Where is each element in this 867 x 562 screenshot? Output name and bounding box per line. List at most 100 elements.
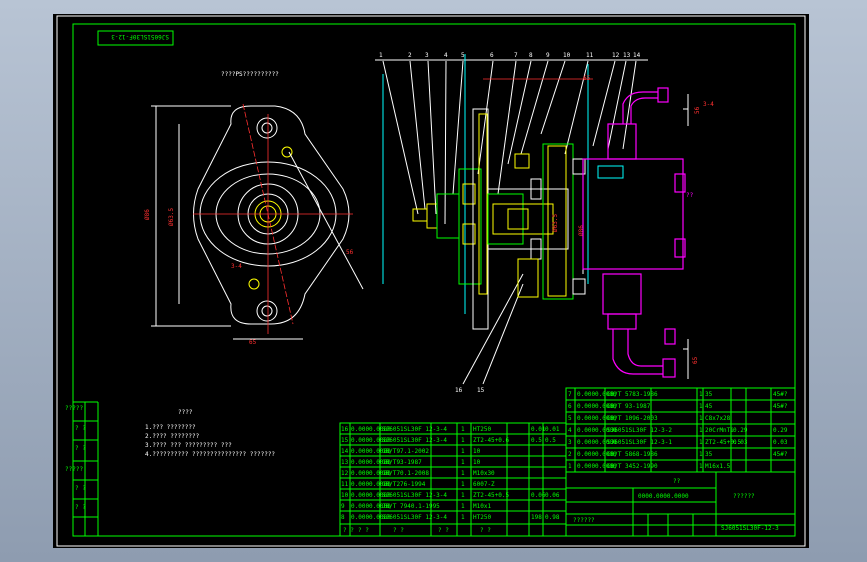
drawing-svg: SJ6051SL30F-12-3 ????? ? ? ? ? ????? ? ?… [56,15,806,547]
bom-left-row-cell: 0.06 [545,492,560,499]
bom-right-row-cell: GB/T 1096-2003 [607,415,658,422]
balloon-3: 3 [425,52,429,59]
bom-left-row-cell: 11 [341,481,349,488]
bom-left-hdr-1: ? ? [358,527,369,534]
balloon-15: 15 [477,387,485,394]
side-tag-1: ? ? [75,425,86,432]
bom-left-row-cell: 0.5 [545,437,556,444]
part-number-row: 1 2 3 4 5 6 7 8 9 10 11 12 13 14 16 15 [375,52,648,394]
dim-port-label: 56 [694,106,701,114]
bom-left-row-cell: 12 [341,470,349,477]
title-drawing-no: SJ6051SL30F-12-3 [721,525,779,532]
bom-right-row-cell: 20CrMnTi [705,427,734,434]
balloon-12: 12 [612,52,620,59]
bom-left-row-cell: 9 [341,503,345,510]
bom-left-row-cell: SJ6051SL30F 12-3-4 [382,492,447,499]
dim-bottom-label: 65 [249,339,257,346]
balloon-9: 9 [546,52,550,59]
cad-viewport: SJ6051SL30F-12-3 ????? ? ? ? ? ????? ? ?… [0,0,867,562]
bom-left-row-cell: 1 [461,514,465,521]
bom-right-row-cell: 0.29 [773,427,788,434]
balloon-10: 10 [563,52,571,59]
bom-right-row-cell: 35 [705,451,713,458]
bom-left-row-cell: 0.06 [531,492,546,499]
pump-section-view: 65 Ø63.5 Ø86 ?? 56 3-4 65 [382,54,714,379]
balloon-8: 8 [529,52,533,59]
dim-top-label: 65 [583,75,591,82]
bom-right-row-cell: GB/T 5868-1986 [607,451,658,458]
dim-bore2-label: Ø86 [578,225,585,236]
balloon-1: 1 [379,52,383,59]
bom-left-row-cell: 0.5 [531,437,542,444]
bom-left-row-cell: 1 [461,470,465,477]
title-block: ?? 0000.0000.0000 ?????? SJ6051SL30F-12-… [565,471,796,537]
tech-req-2: 2.???? ???????? [145,433,200,440]
bom-right-row-cell: 1 [568,463,572,470]
bom-left-table: 16 0.0000.0000SJ6051SL30F 12-3-4 1 HT250 0.0… [339,422,567,537]
bom-right-row-cell: 45#? [773,451,788,458]
tech-req-title: ???? [178,409,193,416]
bom-right-row-cell: 7 [568,391,572,398]
bom-right-row-cell: 1 [699,403,703,410]
bom-left-row-cell: 1 [461,437,465,444]
bom-left-row-cell: 14 [341,448,349,455]
bom-right-row-cell: 35 [705,391,713,398]
bom-right-row-cell: 1 [699,391,703,398]
balloon-6: 6 [490,52,494,59]
bom-left-row-cell: 15 [341,437,349,444]
bom-left-row-cell: SJ6051SL30F 12-3-4 [382,437,447,444]
bom-left-row-cell: HT250 [473,426,491,433]
bom-left-row-cell: 0.98 [545,514,560,521]
bom-right-row-cell: 1 [699,427,703,434]
bom-right-table: 7 0.0000.0000GB/T 5783-1986 1 35 45#?6 0.0000… [565,387,796,473]
bom-left-hdr-2: ? ? [393,527,404,534]
bom-right-row-cell: GB/T 93-1987 [607,403,651,410]
bom-right-row-cell: 0.03 [733,439,748,446]
bom-left-row-cell: SJ6051SL30F 12-3-4 [382,426,447,433]
bom-left-row-cell: 0.01 [545,426,560,433]
bom-left-row-cell: ZT2-45+0.5 [473,492,510,499]
title-company: ?????? [733,493,755,500]
flange-top-view: ????PS?????????? Ø86 Ø63.5 56 65 3-4 [144,71,364,346]
bom-right-row-cell: 6 [568,403,572,410]
bom-left-row-cell: 13 [341,459,349,466]
bom-left-row-cell: GB/T70.1-2008 [382,470,429,477]
balloon-16: 16 [455,387,463,394]
bom-left-row-cell: GB/T276-1994 [382,481,426,488]
balloon-13: 13 [623,52,631,59]
bom-left-row-cell: GB/T93-1987 [382,459,422,466]
bom-right-row-cell: 45#? [773,403,788,410]
top-view-title: ????PS?????????? [221,71,279,78]
pump-label: ?? [686,192,694,199]
bom-left-row-cell: 1 [461,492,465,499]
side-tag-0: ????? [65,405,83,412]
bom-right-row-cell: 0.03 [773,439,788,446]
bom-left-row-cell: 10 [473,448,481,455]
bom-left-row-cell: 0.01 [531,426,546,433]
bom-right-row-cell: 3 [568,439,572,446]
bom-left-hdr-0: ? ? [343,527,354,534]
bom-right-row-cell: SJ6051SL30F 12-3-1 [607,439,672,446]
bom-left-row-cell: JB/T 7940.1-1995 [382,503,440,510]
side-strip: ????? ? ? ? ? ????? ? ? ? ? [65,401,99,536]
tech-req-4: 4.?????????? ??????????????? ??????? [145,451,275,458]
title-code-box: 0000.0000.0000 [638,493,689,500]
bom-right-row-cell: M16x1.5 [705,463,731,470]
drawing-canvas[interactable]: SJ6051SL30F-12-3 ????? ? ? ? ? ????? ? ?… [53,14,809,548]
dim-hole-label: 3-4 [231,263,242,270]
dim-outlet-label: 65 [692,356,699,364]
title-pump-label: ?? [673,478,681,485]
tech-req-3: 3.???? ??? ????????? ??? [145,442,232,449]
bom-left-row-cell: 10 [473,459,481,466]
bom-left-row-cell: HT250 [473,514,491,521]
bom-right-row-cell: 45#? [773,391,788,398]
bom-left-row-cell: 10 [341,492,349,499]
bom-left-row-cell: ZT2-45+0.6 [473,437,510,444]
dim-inner-label: Ø63.5 [168,208,175,226]
bom-right-row-cell: 0.29 [733,427,748,434]
frame-border [72,23,796,537]
side-tag-2: ? ? [75,445,86,452]
bom-right-row-cell: 2 [568,451,572,458]
bom-right-row-cell: GB/T 5783-1986 [607,391,658,398]
dim-diag-label: 56 [346,249,354,256]
